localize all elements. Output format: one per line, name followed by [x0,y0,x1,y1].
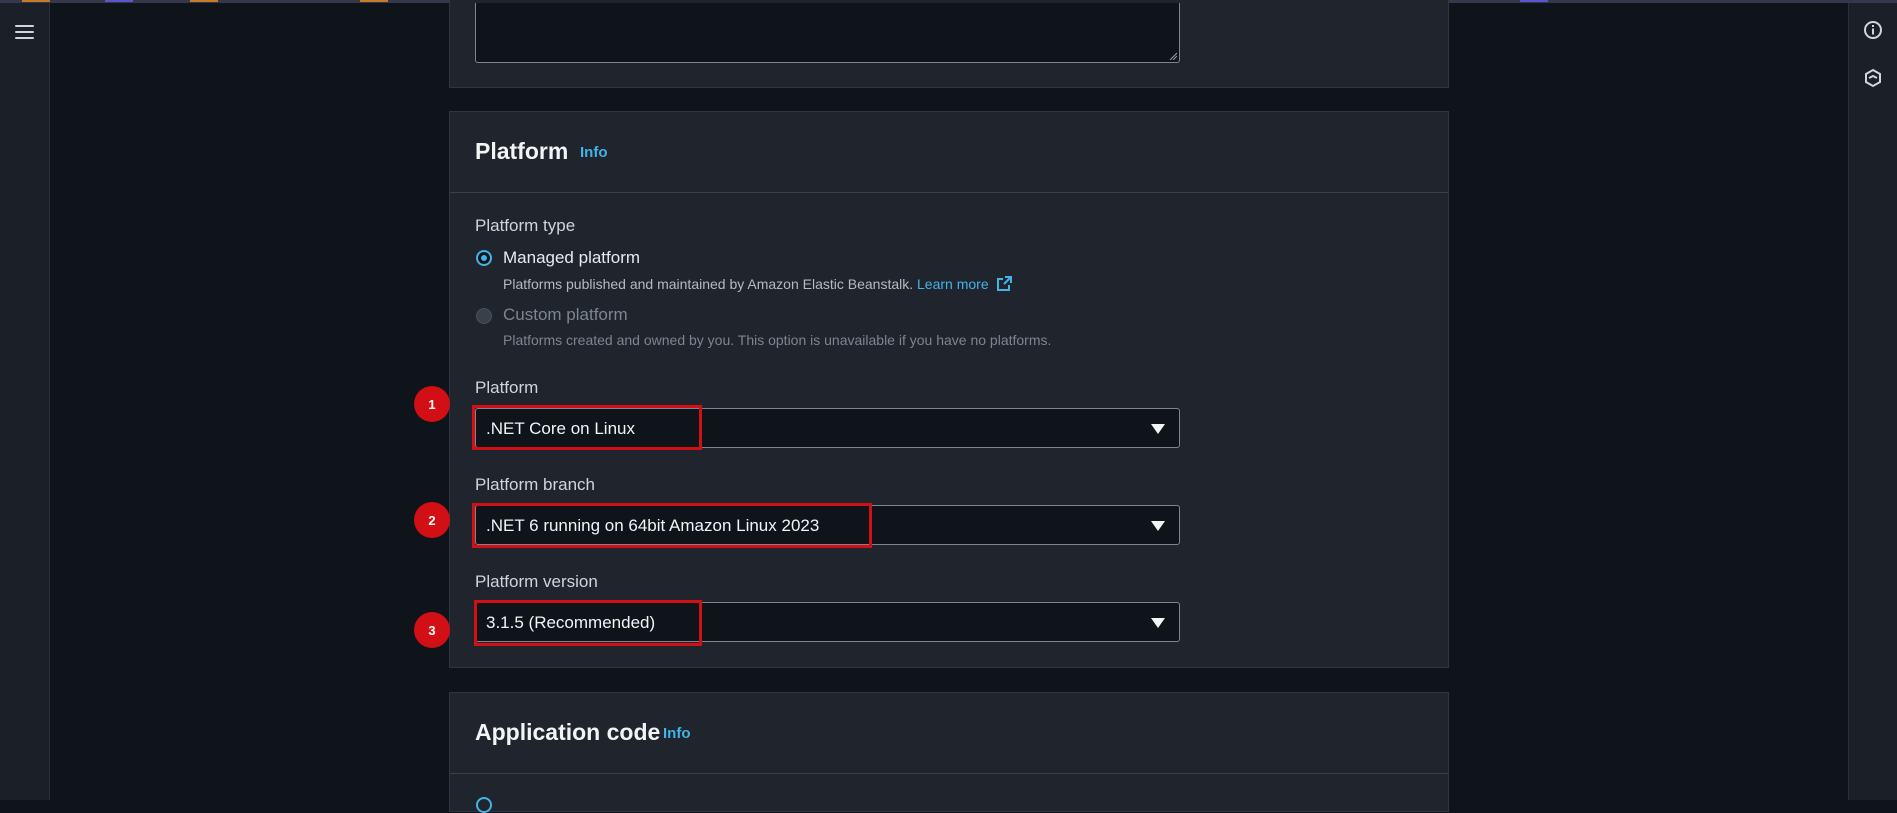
highlight-box-platform [472,405,702,450]
managed-platform-radio[interactable] [476,250,492,266]
left-navigation-rail [0,3,50,800]
learn-more-link[interactable]: Learn more [917,276,1012,292]
annotation-marker-1: 1 [414,386,450,422]
menu-icon[interactable] [15,24,34,40]
application-code-radio[interactable] [476,797,492,813]
highlight-box-version [474,600,702,646]
caret-down-icon [1151,521,1165,531]
description-textarea[interactable] [475,3,1180,63]
page-section-title: Platform [475,138,569,164]
managed-platform-description: Platforms published and maintained by Am… [503,275,1013,292]
custom-platform-description: Platforms created and owned by you. This… [503,332,1052,348]
caret-down-icon [1151,424,1165,434]
application-code-title: Application code [475,719,661,745]
cube-icon[interactable] [1860,65,1886,91]
platform-info-link[interactable]: Info [580,144,608,161]
previous-section-panel [449,0,1449,88]
platform-panel-header: Platform Info [450,112,1448,193]
application-code-info-link[interactable]: Info [663,725,691,742]
application-code-panel-header: Application code Info [450,693,1448,774]
application-code-panel: Application code Info [449,692,1449,813]
platform-label: Platform [475,378,539,397]
info-circle-icon[interactable] [1860,17,1886,43]
right-tools-rail [1848,3,1897,800]
platform-version-label: Platform version [475,572,598,591]
resize-handle-icon[interactable] [1169,52,1177,60]
annotation-marker-2: 2 [414,502,450,538]
platform-type-label: Platform type [475,216,576,235]
platform-panel: Platform Info Platform type Managed plat… [449,111,1449,668]
highlight-box-branch [472,503,872,548]
custom-platform-label: Custom platform [503,305,628,324]
caret-down-icon [1151,618,1165,628]
custom-platform-radio [476,308,492,324]
annotation-marker-3: 3 [414,612,450,648]
managed-platform-label: Managed platform [503,248,641,267]
platform-branch-label: Platform branch [475,475,595,494]
external-link-icon [996,276,1012,291]
